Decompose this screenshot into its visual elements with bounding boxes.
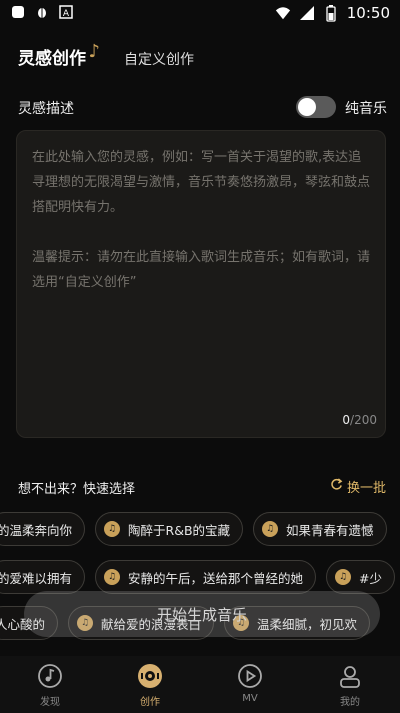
nav-item-mv[interactable]: MV	[200, 656, 300, 713]
refresh-icon	[330, 478, 343, 495]
signal-icon	[299, 5, 315, 21]
vinyl-icon	[136, 662, 164, 690]
chip-row-1: 的温柔奔向你 ♫ 陶醉于R&B的宝藏 ♫ 如果青春有遗憾	[0, 512, 400, 546]
bug-icon	[34, 4, 50, 20]
pure-music-toggle[interactable]	[296, 96, 336, 118]
nav-item-mine[interactable]: 我的	[300, 656, 400, 713]
suggestion-chip[interactable]: 的温柔奔向你	[0, 512, 86, 546]
tab-custom[interactable]: 自定义创作	[124, 49, 194, 69]
font-icon: A	[58, 4, 74, 20]
textarea-placeholder: 在此处输入您的灵感，例如：写一首关于渴望的歌,表达追寻理想的无限渴望与激情，音乐…	[32, 150, 371, 290]
suggestion-chip[interactable]: ♫ 安静的午后，送给那个曾经的她	[95, 560, 317, 594]
suggestion-chip[interactable]: ♫ #少	[326, 560, 396, 594]
user-icon	[336, 662, 364, 690]
music-note-icon	[36, 662, 64, 690]
chat-icon: ♫	[262, 521, 279, 537]
quick-pick-label: 想不出来？快速选择	[18, 482, 136, 497]
suggestion-chip[interactable]: 的爱难以拥有	[0, 560, 86, 594]
battery-icon	[323, 4, 339, 22]
play-icon	[236, 662, 264, 690]
chip-row-2: 的爱难以拥有 ♫ 安静的午后，送给那个曾经的她 ♫ #少	[0, 560, 400, 594]
app-icon	[10, 4, 26, 20]
svg-text:A: A	[63, 9, 70, 19]
suggestion-chip[interactable]: ♫ 如果青春有遗憾	[253, 512, 387, 546]
chat-icon: ♫	[104, 521, 121, 537]
tab-inspiration[interactable]: 灵感创作 ♪	[18, 41, 100, 69]
toggle-knob	[298, 98, 316, 116]
creation-tabs: 灵感创作 ♪ 自定义创作	[18, 41, 194, 69]
status-time: 10:50	[346, 4, 390, 22]
refresh-button[interactable]: 换一批	[330, 477, 386, 496]
music-note-decoration-icon: ♪	[88, 41, 101, 62]
nav-item-discover[interactable]: 发现	[0, 656, 100, 713]
generate-music-button[interactable]: 开始生成音乐	[24, 591, 380, 637]
description-label: 灵感描述	[18, 101, 74, 117]
nav-item-create[interactable]: 创作	[100, 656, 200, 713]
inspiration-textarea[interactable]: 在此处输入您的灵感，例如：写一首关于渴望的歌,表达追寻理想的无限渴望与激情，音乐…	[16, 130, 386, 438]
wifi-icon	[275, 5, 291, 21]
status-bar: A 10:50	[0, 0, 400, 28]
chat-icon: ♫	[335, 569, 352, 585]
pure-music-label: 纯音乐	[345, 101, 387, 117]
bottom-nav: 发现 创作 MV 我的	[0, 656, 400, 713]
chat-icon: ♫	[104, 569, 121, 585]
suggestion-chip[interactable]: ♫ 陶醉于R&B的宝藏	[95, 512, 244, 546]
char-counter: 0/200	[342, 413, 377, 427]
